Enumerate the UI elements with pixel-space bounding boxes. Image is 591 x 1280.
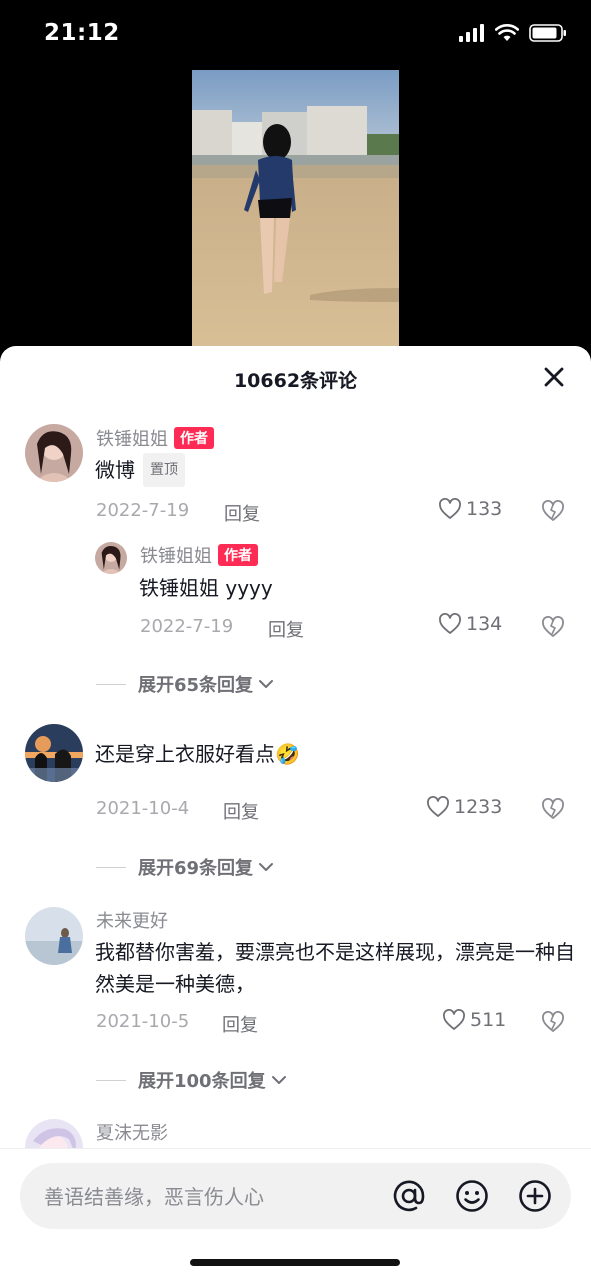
comment-text-row: 微博 置顶 (95, 453, 185, 487)
divider-line (96, 683, 126, 685)
signal-icon (459, 24, 484, 42)
reply-button[interactable]: 回复 (222, 1011, 258, 1037)
chevron-down-icon (271, 1076, 286, 1084)
comment-text: 还是穿上衣服好看点 (95, 742, 275, 766)
expand-replies-label: 展开65条回复 (138, 675, 254, 696)
comment-input[interactable] (42, 1163, 376, 1231)
comments-sheet: 10662条评论 铁锤姐姐作者 微博置顶 2022-7-19 回复 133 (0, 346, 591, 1280)
like-count: 1233 (454, 796, 503, 818)
reply-text: 铁锤姐姐 yyyy (139, 576, 273, 600)
username-text: 未来更好 (96, 911, 168, 932)
status-icons (459, 24, 567, 42)
comments-count-title: 10662条评论 (233, 370, 358, 392)
like-button[interactable]: 1233 (426, 796, 502, 818)
expand-replies-button[interactable]: 展开100条回复 (96, 1067, 288, 1093)
comment-date: 2021-10-5 (96, 1011, 190, 1032)
dislike-heart-icon[interactable] (541, 798, 565, 820)
pinned-badge: 置顶 (143, 453, 185, 487)
expand-replies-label: 展开100条回复 (138, 1071, 266, 1092)
reply-date: 2022-7-19 (140, 616, 234, 637)
comment-input-bar (0, 1148, 591, 1280)
chevron-down-icon (259, 863, 274, 871)
dislike-heart-icon[interactable] (541, 1011, 565, 1033)
plus-icon[interactable] (518, 1179, 552, 1213)
comment-date: 2021-10-4 (96, 798, 190, 819)
reply-username[interactable]: 铁锤姐姐 作者 (140, 542, 258, 568)
avatar[interactable] (95, 542, 127, 574)
comment-username[interactable]: 夏沫无影 (96, 1119, 168, 1145)
expand-replies-button[interactable]: 展开65条回复 (96, 671, 275, 697)
heart-icon (443, 1009, 465, 1030)
comment-text-row: 还是穿上衣服好看点🤣 (95, 738, 300, 770)
reply-button[interactable]: 回复 (268, 616, 304, 642)
username-text: 夏沫无影 (96, 1123, 168, 1144)
comment-date: 2022-7-19 (96, 500, 190, 521)
status-bar: 21:12 (0, 0, 591, 70)
battery-icon (529, 24, 566, 42)
heart-icon (427, 796, 449, 817)
expand-replies-button[interactable]: 展开69条回复 (96, 854, 275, 880)
emoji-icon[interactable] (455, 1179, 489, 1213)
expand-replies-label: 展开69条回复 (138, 858, 254, 879)
like-count: 511 (470, 1009, 507, 1031)
avatar[interactable] (25, 724, 83, 782)
heart-icon (439, 613, 461, 634)
like-button[interactable]: 134 (438, 613, 502, 635)
video-frame (192, 70, 399, 350)
author-badge: 作者 (174, 427, 214, 449)
divider-line (96, 866, 126, 868)
chevron-down-icon (259, 680, 274, 688)
reply-button[interactable]: 回复 (223, 798, 259, 824)
like-count: 134 (466, 613, 503, 635)
comment-text: 我都替你害羞，要漂亮也不是这样展现，漂亮是一种自然美是一种美德， (95, 940, 575, 996)
reply-button[interactable]: 回复 (224, 500, 260, 526)
divider-line (96, 1079, 126, 1081)
home-indicator (190, 1259, 400, 1266)
avatar[interactable] (25, 424, 83, 482)
laughing-emoji-icon: 🤣 (275, 742, 300, 766)
comment-username[interactable]: 未来更好 (96, 907, 168, 933)
like-count: 133 (466, 498, 503, 520)
comment-username[interactable]: 铁锤姐姐 作者 (96, 425, 214, 451)
dislike-heart-icon[interactable] (541, 616, 565, 638)
comment-text: 微博 (95, 458, 135, 482)
dislike-heart-icon[interactable] (541, 500, 565, 522)
wifi-icon (495, 24, 519, 41)
avatar[interactable] (25, 907, 83, 965)
heart-icon (439, 498, 461, 519)
like-button[interactable]: 133 (438, 498, 502, 520)
video-preview[interactable] (192, 70, 399, 350)
username-text: 铁锤姐姐 (140, 546, 212, 567)
comment-input-container (20, 1163, 571, 1231)
comments-header: 10662条评论 (0, 346, 591, 408)
like-button[interactable]: 511 (442, 1009, 506, 1031)
at-icon[interactable] (392, 1179, 426, 1213)
close-icon[interactable] (541, 364, 567, 390)
author-badge: 作者 (218, 544, 258, 566)
status-time: 21:12 (44, 20, 120, 46)
username-text: 铁锤姐姐 (96, 429, 168, 450)
